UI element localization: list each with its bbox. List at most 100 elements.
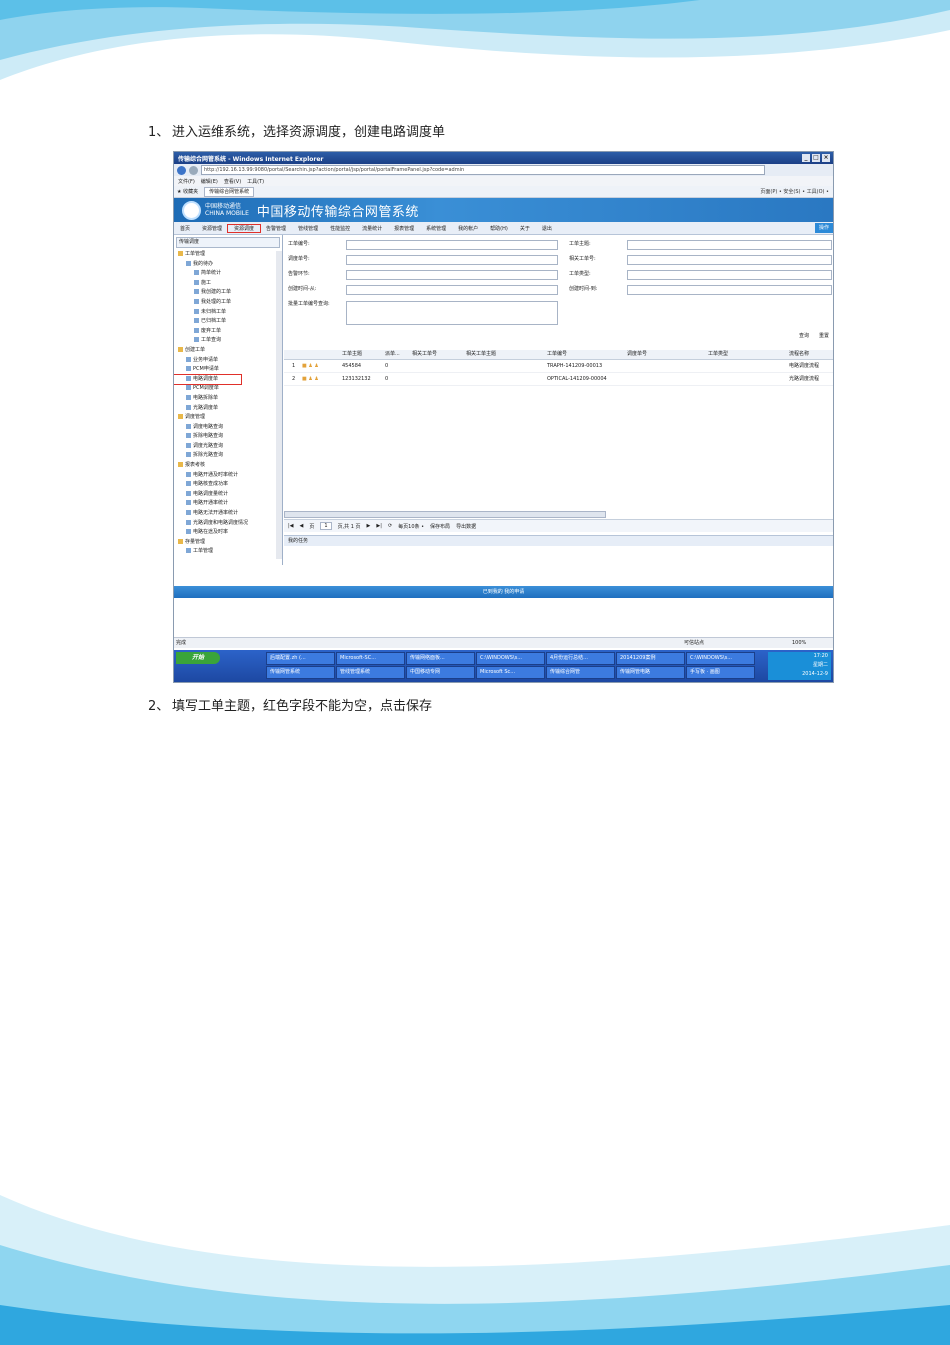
menu-view[interactable]: 查看(V) — [224, 178, 241, 185]
tree-item[interactable]: 已归档工单 — [174, 317, 282, 327]
next-page-icon[interactable]: ▶ — [367, 523, 371, 529]
back-icon[interactable] — [177, 165, 186, 175]
work-type-select[interactable] — [627, 270, 832, 280]
tree-item[interactable]: 工单查询 — [174, 336, 282, 346]
table-row[interactable]: 1 ■ ♟ ♟ 454584 0 TRAPH-141209-00013 电路调度… — [284, 360, 833, 373]
tree-item[interactable]: 未归档工单 — [174, 308, 282, 318]
taskbar-window-button[interactable]: 后端配置.zh (... — [266, 652, 335, 665]
nav-logout[interactable]: 退出 — [536, 225, 558, 232]
tree-item[interactable]: 电路调度量统计 — [174, 490, 282, 500]
col-work-type[interactable]: 工单类型 — [708, 350, 728, 359]
col-subject[interactable]: 工单主题 — [342, 350, 362, 359]
menu-tools[interactable]: 工具(T) — [247, 178, 264, 185]
tree-item[interactable]: 施工 — [174, 279, 282, 289]
tree-item[interactable]: PCM调度单 — [174, 384, 282, 394]
prev-page-icon[interactable]: ◀ — [300, 523, 304, 529]
taskbar-window-button[interactable]: 传输网管系统 — [266, 666, 335, 679]
tree-item[interactable]: 拆除电路查询 — [174, 432, 282, 442]
query-button[interactable]: 查询 — [799, 332, 809, 339]
nav-operation[interactable]: 操作 — [814, 223, 833, 233]
work-no-input[interactable] — [346, 240, 558, 250]
favorites-star-icon[interactable]: ★ 收藏夹 — [177, 188, 198, 195]
tree-item[interactable]: 我处理的工单 — [174, 298, 282, 308]
col-related-no[interactable]: 相关工单号 — [412, 350, 437, 359]
col-work-no[interactable]: 工单编号 — [547, 350, 567, 359]
taskbar-window-button[interactable]: Microsoft Sc... — [476, 666, 545, 679]
tree-item[interactable]: 我创建的工单 — [174, 288, 282, 298]
nav-account[interactable]: 我的帐户 — [452, 225, 484, 232]
nav-resource-management[interactable]: 资源管理 — [196, 225, 228, 232]
tree-item[interactable]: 电路拆除单 — [174, 394, 282, 404]
tree-item[interactable]: 光路调度单 — [174, 404, 282, 414]
taskbar-window-button[interactable]: C:\WINDOWS\s... — [686, 652, 755, 665]
menu-file[interactable]: 文件(F) — [178, 178, 195, 185]
tree-item[interactable]: 业务申请单 — [174, 356, 282, 366]
browser-tab[interactable]: 传输综合网管系统 — [204, 186, 255, 197]
start-button[interactable]: 开始 — [176, 652, 220, 664]
col-flow[interactable]: 流程名称 — [789, 350, 809, 359]
nav-alarm[interactable]: 告警管理 — [260, 225, 292, 232]
row-icons[interactable]: ■ ♟ ♟ — [302, 360, 319, 372]
last-page-icon[interactable]: ▶| — [376, 523, 382, 529]
taskbar-window-button[interactable]: 传输网络面板... — [406, 652, 475, 665]
first-page-icon[interactable]: |◀ — [288, 523, 294, 529]
nav-resource-dispatch[interactable]: 资源调度 — [227, 223, 262, 233]
tree-item[interactable]: 工单管理 — [174, 547, 282, 557]
tree-item[interactable]: 我的待办 — [174, 260, 282, 270]
nav-system[interactable]: 系统管理 — [420, 225, 452, 232]
related-no-input[interactable] — [627, 255, 832, 265]
nav-pipeline[interactable]: 管线管理 — [292, 225, 324, 232]
taskbar-window-button[interactable]: 20141209案例 — [616, 652, 685, 665]
table-hscrollbar[interactable] — [284, 511, 606, 518]
tree-item[interactable]: 调度管理 — [174, 413, 282, 423]
browser-tools[interactable]: 页面(P) • 安全(S) • 工具(O) • — [760, 188, 833, 195]
taskbar-window-button[interactable]: 中国移动专网 — [406, 666, 475, 679]
url-input[interactable]: http://192.16.13.99:9080/portal/Searchin… — [201, 165, 765, 175]
dispatch-no-input[interactable] — [346, 255, 558, 265]
taskbar-window-button[interactable]: 管线管理系统 — [336, 666, 405, 679]
tree-item[interactable]: 调度光路查询 — [174, 442, 282, 452]
nav-report[interactable]: 报表管理 — [388, 225, 420, 232]
tree-item[interactable]: 工单管理 — [174, 250, 282, 260]
close-icon[interactable]: × — [822, 154, 830, 162]
nav-about[interactable]: 关于 — [514, 225, 536, 232]
export-button[interactable]: 导出数据 — [456, 523, 476, 530]
tree-item[interactable]: 拆除光路查询 — [174, 451, 282, 461]
menu-edit[interactable]: 编辑(E) — [201, 178, 218, 185]
tree-item[interactable]: 创建工单 — [174, 346, 282, 356]
per-page-select[interactable]: 每页10条 • — [398, 523, 424, 530]
nav-home[interactable]: 首页 — [174, 225, 196, 232]
refresh-icon[interactable]: ⟳ — [388, 523, 392, 529]
create-to-input[interactable] — [627, 285, 832, 295]
batch-query-textarea[interactable] — [346, 301, 558, 325]
taskbar-window-button[interactable]: Microsoft-SC... — [336, 652, 405, 665]
tree-item[interactable]: 废弃工单 — [174, 327, 282, 337]
taskbar-window-button[interactable]: 手写板 · 画图 — [686, 666, 755, 679]
tree-item[interactable]: 电路无法开通率统计 — [174, 509, 282, 519]
tree-item[interactable]: 存量管理 — [174, 538, 282, 548]
col-related-subject[interactable]: 相关工单主题 — [466, 350, 496, 359]
save-layout-button[interactable]: 保存布局 — [430, 523, 450, 530]
tree-item[interactable]: 电路在途及时率 — [174, 528, 282, 538]
tree-item[interactable]: 简单统计 — [174, 269, 282, 279]
taskbar-window-button[interactable]: 传输网管电路 — [616, 666, 685, 679]
tree-item[interactable]: 光路调度和电路调度情况 — [174, 519, 282, 529]
forward-icon[interactable] — [189, 165, 198, 175]
row-icons[interactable]: ■ ♟ ♟ — [302, 373, 319, 385]
maximize-icon[interactable]: □ — [812, 154, 820, 162]
belong-select[interactable] — [346, 270, 558, 280]
zoom-level[interactable]: 100% — [792, 638, 806, 648]
create-from-input[interactable] — [346, 285, 558, 295]
minimize-icon[interactable]: _ — [802, 154, 810, 162]
tree-item[interactable]: 电路调度单 — [174, 373, 242, 386]
tree-item[interactable]: 电路开通率统计 — [174, 499, 282, 509]
taskbar-window-button[interactable]: 4月份运行总结... — [546, 652, 615, 665]
nav-performance[interactable]: 性能监控 — [324, 225, 356, 232]
reset-button[interactable]: 重置 — [819, 332, 829, 339]
tree-item[interactable]: PCM申请单 — [174, 365, 282, 375]
table-row[interactable]: 2 ■ ♟ ♟ 123132132 0 OPTICAL-141209-00004… — [284, 373, 833, 386]
tree-item[interactable]: 电路开通及时率统计 — [174, 471, 282, 481]
tree-scrollbar[interactable] — [276, 251, 282, 559]
nav-help[interactable]: 帮助(H) — [484, 225, 514, 232]
taskbar-window-button[interactable]: C:\WINDOWS\s... — [476, 652, 545, 665]
